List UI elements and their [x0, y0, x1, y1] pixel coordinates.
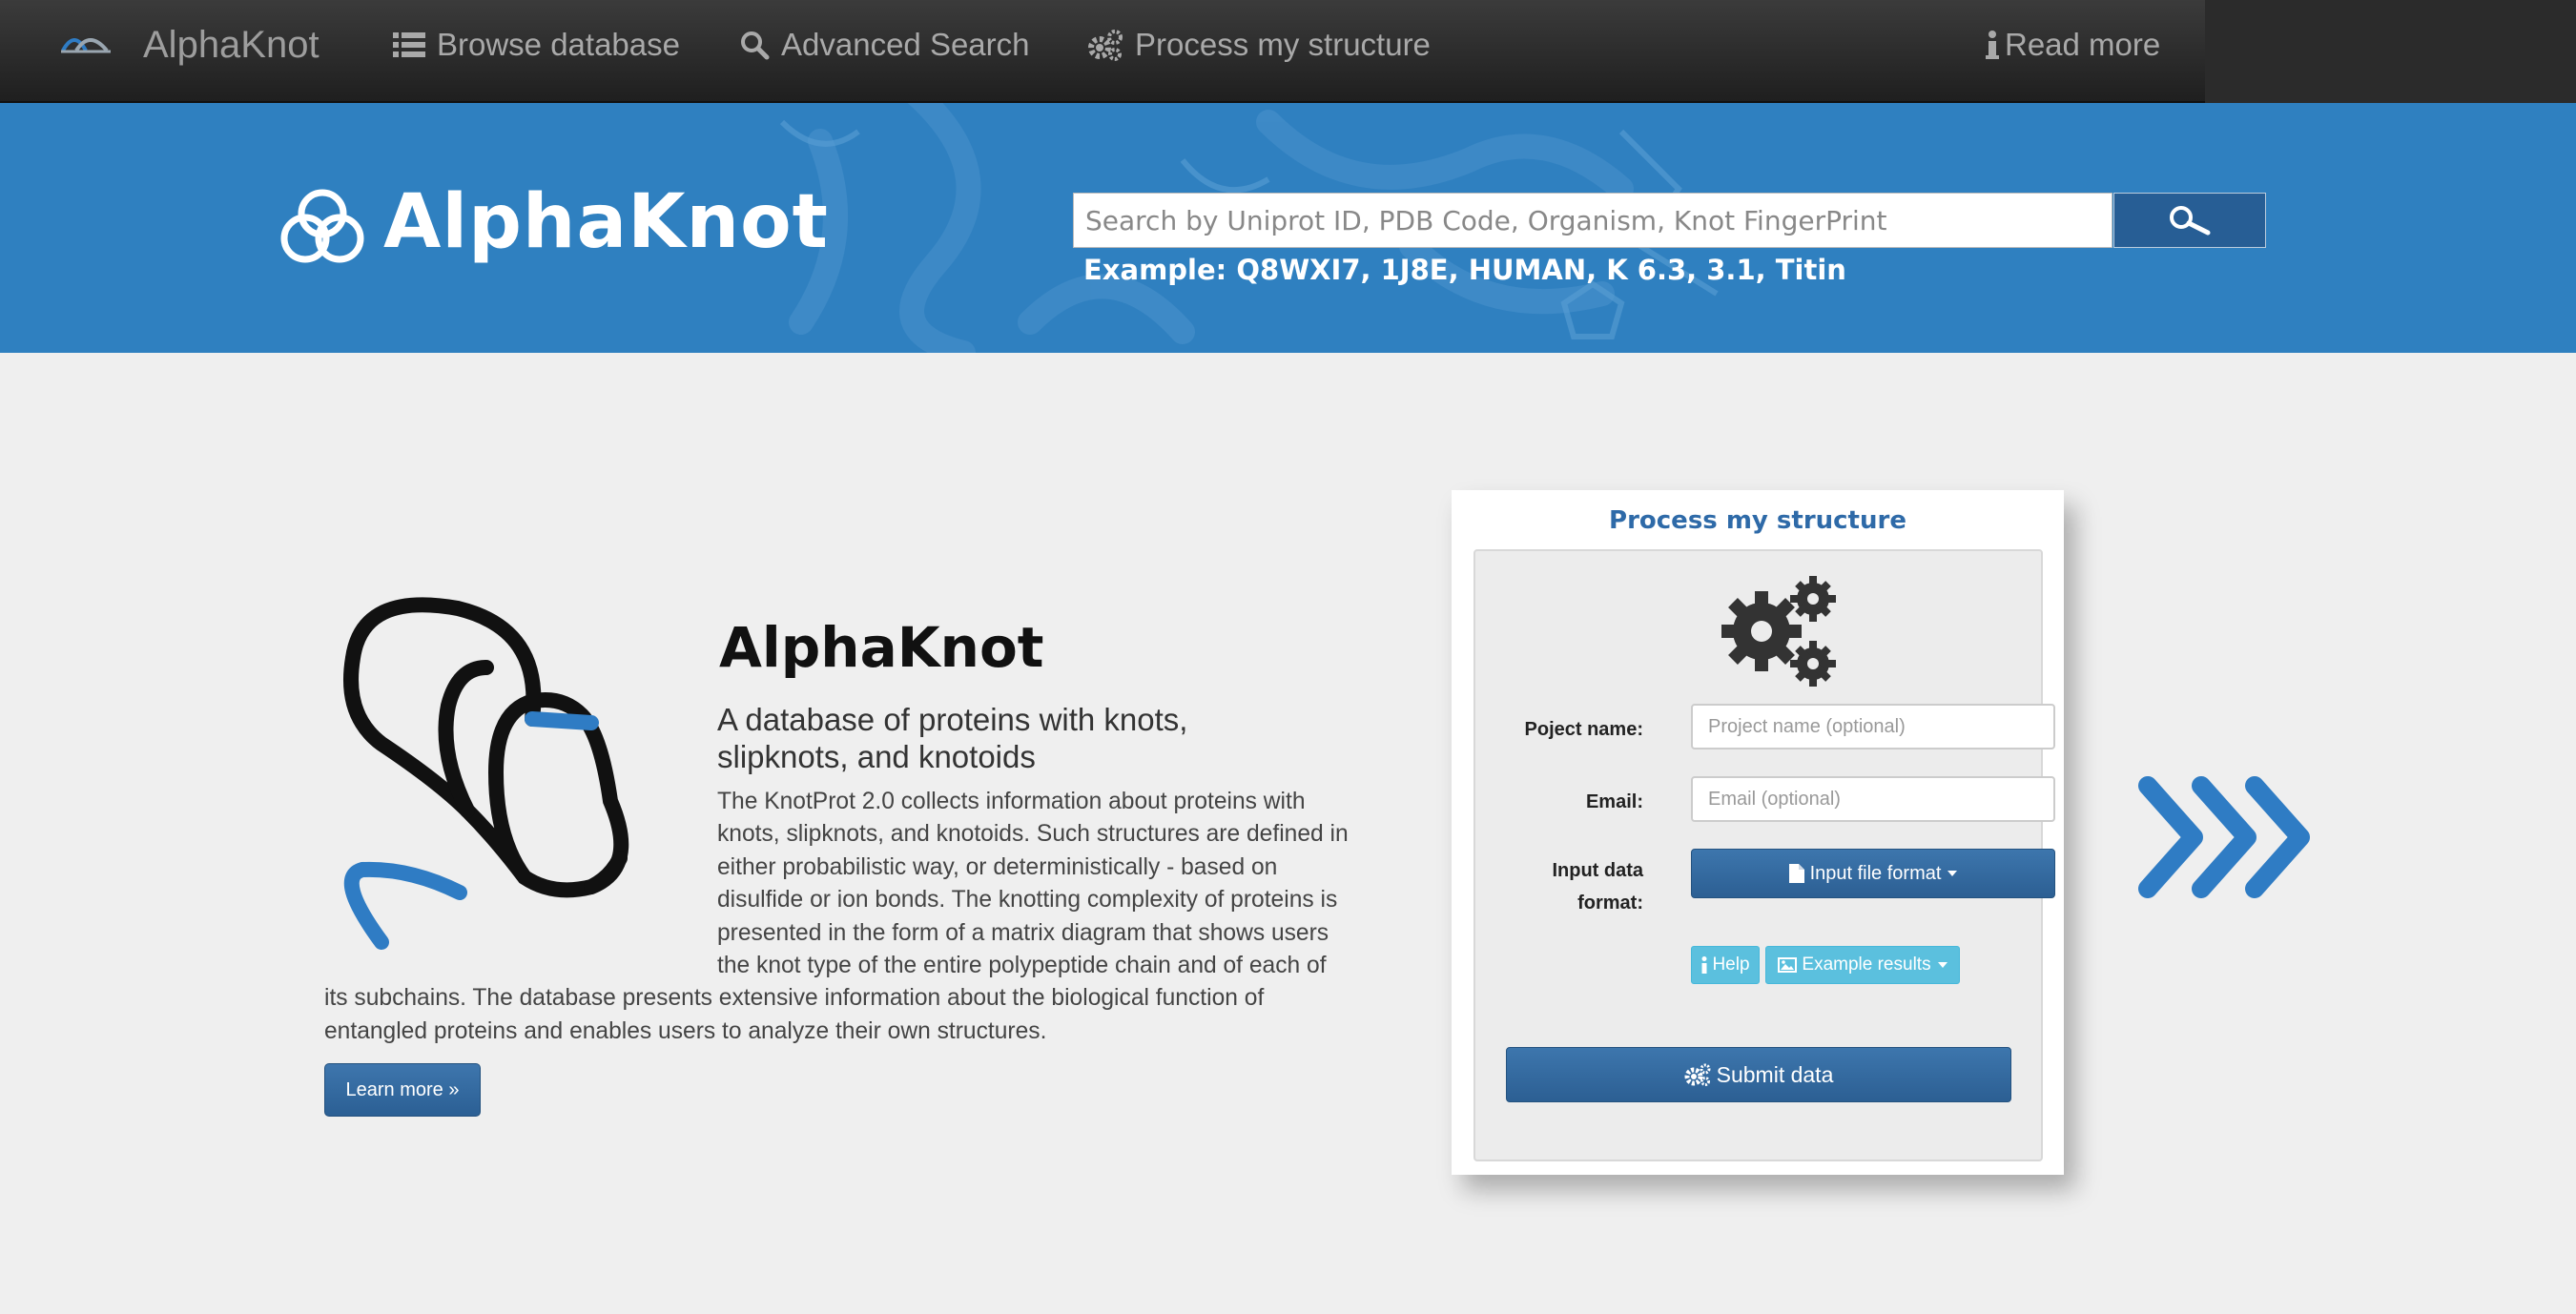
submit-data-label: Submit data — [1716, 1061, 1834, 1087]
cogs-icon — [1088, 30, 1123, 61]
nav-browse-database[interactable]: Browse database — [393, 0, 680, 90]
email-input[interactable] — [1691, 776, 2055, 822]
nav-browse-database-label: Browse database — [437, 27, 680, 62]
search-icon — [741, 31, 770, 60]
info-icon — [1701, 956, 1707, 974]
nav-advanced-search-label: Advanced Search — [781, 27, 1030, 62]
hero-title: AlphaKnot — [383, 179, 829, 265]
forward-chevrons-icon — [2138, 776, 2310, 898]
nav-advanced-search[interactable]: Advanced Search — [739, 0, 1030, 90]
nav-process-structure[interactable]: Process my structure — [1087, 0, 1431, 90]
magnifier-icon — [2170, 206, 2211, 236]
gears-icon — [1721, 576, 1836, 687]
navbar-brand[interactable]: AlphaKnot — [59, 0, 319, 90]
trefoil-knot-logo — [280, 189, 364, 263]
project-name-label: Poject name: — [1524, 719, 1643, 740]
navbar-right-strip — [2205, 0, 2576, 103]
input-file-format-label: Input file format — [1809, 862, 1942, 884]
caret-down-icon — [1947, 871, 1958, 876]
list-icon — [393, 32, 425, 57]
help-button[interactable]: Help — [1691, 946, 1760, 984]
cogs-icon — [1684, 1063, 1711, 1086]
knot-logo-icon — [61, 38, 111, 53]
email-label: Email: — [1585, 791, 1643, 812]
learn-more-button[interactable]: Learn more » — [324, 1063, 481, 1117]
file-icon — [1788, 864, 1804, 883]
input-format-label: Input data format: — [1552, 860, 1643, 914]
process-form: Poject name: Email: Input data format: I… — [1473, 549, 2055, 1161]
top-navbar: AlphaKnot Browse database Advanced Searc… — [0, 0, 2205, 103]
help-button-label: Help — [1712, 955, 1750, 975]
info-icon — [1986, 31, 1999, 59]
process-structure-panel: Process my structure Poject name: Projec… — [1452, 490, 2064, 1175]
intro-title: AlphaKnot — [719, 615, 1044, 680]
search-button[interactable] — [2113, 193, 2266, 248]
intro-description: The KnotProt 2.0 collects information ab… — [324, 789, 1349, 1044]
caret-down-icon — [1937, 962, 1947, 968]
navbar-brand-label: AlphaKnot — [143, 23, 319, 66]
hero-banner: AlphaKnot Example: Q8WXI7, 1J8E, HUMAN, … — [0, 103, 2576, 353]
nav-read-more[interactable]: Read more — [1986, 0, 2160, 90]
image-icon — [1778, 957, 1798, 973]
project-name-input[interactable] — [1691, 704, 2055, 749]
example-results-label: Example results — [1802, 955, 1931, 975]
search-input[interactable] — [1073, 193, 2112, 248]
nav-process-structure-label: Process my structure — [1135, 27, 1431, 62]
search-example-text: Example: Q8WXI7, 1J8E, HUMAN, K 6.3, 3.1… — [1083, 254, 1846, 286]
panel-title: Process my structure — [1609, 506, 1906, 535]
example-results-dropdown[interactable]: Example results — [1765, 946, 1960, 984]
intro-subtitle: A database of proteins with knots, slipk… — [717, 702, 1188, 774]
submit-data-button[interactable]: Submit data — [1506, 1047, 2011, 1102]
input-file-format-dropdown[interactable]: Input file format — [1691, 849, 2055, 898]
nav-read-more-label: Read more — [2005, 27, 2161, 62]
